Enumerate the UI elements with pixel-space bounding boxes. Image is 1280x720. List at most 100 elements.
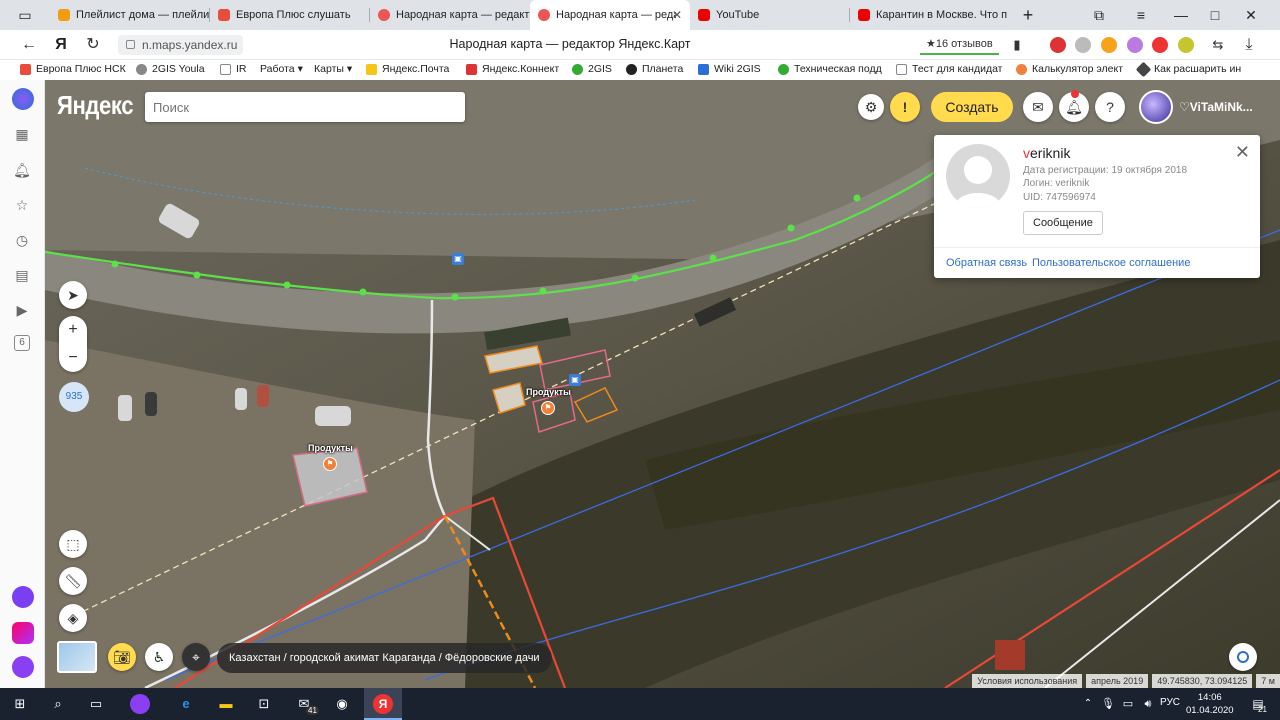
bookmark-yandex-connect[interactable]: Яндекс.Коннект xyxy=(466,63,559,75)
bookmark-karty[interactable]: Карты ▾ xyxy=(314,63,352,75)
search-icon[interactable]: ⌕ xyxy=(48,694,68,714)
zoom-out-button[interactable]: − xyxy=(59,344,87,372)
translate-icon[interactable]: ⇆ xyxy=(1207,34,1229,56)
notes-icon[interactable]: ▤ xyxy=(12,265,32,285)
maximize-button[interactable]: □ xyxy=(1204,4,1226,26)
yandex-home-button[interactable]: Я xyxy=(50,34,72,56)
extension-2-icon[interactable] xyxy=(1178,37,1194,53)
search-input[interactable] xyxy=(145,92,465,122)
close-window-button[interactable]: ✕ xyxy=(1240,4,1262,26)
windows-start-icon[interactable]: ⊞ xyxy=(10,694,30,714)
assistant-icon[interactable] xyxy=(12,656,34,678)
bookmark-ir[interactable]: IR xyxy=(220,63,247,75)
bookmark-test[interactable]: Тест для кандидат xyxy=(896,63,1003,75)
url-field[interactable]: n.maps.yandex.ru xyxy=(118,35,244,55)
bookmark-calculator[interactable]: Калькулятор элект xyxy=(1016,63,1123,75)
bus-stop-icon[interactable]: ▣ xyxy=(569,374,581,386)
chat-icon[interactable]: ✉ xyxy=(1023,92,1053,122)
counter-icon[interactable]: 6 xyxy=(14,335,30,351)
tab-playlist[interactable]: Плейлист дома — плейлис xyxy=(50,0,210,30)
back-button[interactable]: ← xyxy=(18,34,40,56)
microphone-icon[interactable]: 🎙︎ xyxy=(1098,694,1118,714)
yandex-logo[interactable]: Яндекс xyxy=(57,90,133,121)
message-button[interactable]: Сообщение xyxy=(1023,211,1103,235)
edge-icon[interactable]: e xyxy=(176,694,196,714)
tab-list-icon[interactable]: ▭ xyxy=(14,4,36,26)
alice-taskbar-icon[interactable] xyxy=(130,694,150,714)
alice-globe-icon[interactable] xyxy=(12,88,34,110)
new-tab-button[interactable]: + xyxy=(1017,4,1039,26)
bookmark-yandex-pochta[interactable]: Яндекс.Почта xyxy=(366,63,449,75)
steam-icon[interactable]: ◉ xyxy=(332,694,352,714)
pen-icon[interactable] xyxy=(1127,37,1143,53)
help-icon[interactable]: ? xyxy=(1095,92,1125,122)
shield-icon[interactable] xyxy=(1075,37,1091,53)
layers-icon[interactable]: ◈ xyxy=(59,604,87,632)
ruler-icon[interactable]: 📏︎ xyxy=(59,567,87,595)
geolocation-arrow-icon[interactable]: ➤ xyxy=(59,281,87,309)
download-icon[interactable]: ⤓ xyxy=(1238,34,1260,56)
map-canvas[interactable]: ▣ ▣ Продукты ⚑ Продукты ⚑ Яндекс ⚙ ! Соз… xyxy=(45,80,1280,688)
bookmark-share[interactable]: Как расшарить ин xyxy=(1135,61,1241,77)
alice-icon[interactable] xyxy=(12,586,34,608)
shop-pin-icon[interactable]: ⚑ xyxy=(323,457,337,471)
tab-close-icon[interactable]: ✕ xyxy=(672,8,682,22)
reviews-badge[interactable]: ★16 отзывов xyxy=(920,35,999,55)
selection-tool-icon[interactable]: ⬚ xyxy=(59,530,87,558)
extension-icon[interactable] xyxy=(1101,37,1117,53)
play-icon[interactable]: ▶ xyxy=(12,300,32,320)
user-avatar[interactable] xyxy=(1139,90,1173,124)
task-view-icon[interactable]: ▭ xyxy=(86,694,106,714)
tab-narodnaya-karta-active[interactable]: Народная карта — редакт ✕ xyxy=(530,0,690,30)
store-icon[interactable]: ⊡ xyxy=(254,694,274,714)
star-icon[interactable]: ☆ xyxy=(12,195,32,215)
bookmark-2gis-youla[interactable]: 2GIS Youla xyxy=(136,63,205,75)
shop-pin-icon[interactable]: ⚑ xyxy=(541,401,555,415)
bookmark-tech-support[interactable]: Техническая подд xyxy=(778,63,882,75)
bookmark-wiki-2gis[interactable]: Wiki 2GIS xyxy=(698,63,761,75)
location-breadcrumb[interactable]: Казахстан / городской акимат Караганда /… xyxy=(217,643,552,673)
grid-icon[interactable]: ▦ xyxy=(12,124,32,144)
map-pin-icon[interactable] xyxy=(1152,37,1168,53)
bus-stop-icon[interactable]: ▣ xyxy=(452,253,464,265)
create-button[interactable]: Создать xyxy=(931,92,1013,122)
profile-username[interactable]: veriknik xyxy=(1023,145,1070,161)
user-agreement-link[interactable]: Пользовательское соглашение xyxy=(1032,257,1190,269)
bell-icon[interactable]: 🔔︎ xyxy=(12,160,32,180)
settings-gear-icon[interactable]: ⚙ xyxy=(858,94,884,120)
volume-icon[interactable]: 🔊︎ xyxy=(1138,694,1158,714)
bookmark-rabota[interactable]: Работа ▾ xyxy=(260,63,303,75)
yandex-browser-taskbar-button[interactable]: Я xyxy=(364,688,402,720)
tab-europa-plus[interactable]: Европа Плюс слушать xyxy=(210,0,370,30)
tab-youtube[interactable]: YouTube xyxy=(690,0,850,30)
feedback-link[interactable]: Обратная связь xyxy=(946,257,1027,269)
messenger-icon[interactable] xyxy=(12,622,34,644)
adblock-icon[interactable] xyxy=(1050,37,1066,53)
taskbar-clock[interactable]: 14:06 01.04.2020 xyxy=(1186,691,1234,717)
reload-button[interactable]: ↻ xyxy=(82,34,104,56)
clock-icon[interactable]: ◷ xyxy=(12,230,32,250)
bookmark-europa[interactable]: Европа Плюс НСК xyxy=(20,63,126,75)
collections-icon[interactable]: ⧉ xyxy=(1088,4,1110,26)
tab-karantin[interactable]: Карантин в Москве. Что п xyxy=(850,0,1010,30)
street-view-icon[interactable]: ♿︎ xyxy=(145,643,173,671)
map-type-thumbnail[interactable] xyxy=(57,641,97,673)
tray-chevron-icon[interactable]: ⌃ xyxy=(1078,694,1098,714)
folder-icon[interactable]: ▬ xyxy=(216,694,236,714)
warning-icon[interactable]: ! xyxy=(890,92,920,122)
user-name[interactable]: ♡ViTaMiNk... xyxy=(1179,100,1253,114)
minimize-button[interactable]: — xyxy=(1170,4,1192,26)
terms-link[interactable]: Условия использования xyxy=(972,674,1083,688)
close-icon[interactable]: ✕ xyxy=(1235,142,1250,163)
bookmark-2gis[interactable]: 2GIS xyxy=(572,63,612,75)
bookmark-icon[interactable]: ▮ xyxy=(1006,34,1028,56)
menu-icon[interactable]: ≡ xyxy=(1130,4,1152,26)
my-location-icon[interactable] xyxy=(1229,643,1257,671)
language-indicator[interactable]: РУС xyxy=(1160,697,1180,708)
location-pin-icon[interactable]: ⌖ xyxy=(182,643,210,671)
zoom-in-button[interactable]: + xyxy=(59,316,87,344)
bookmark-planeta[interactable]: Планета xyxy=(626,63,683,75)
battery-icon[interactable]: ▭ xyxy=(1118,694,1138,714)
tab-narodnaya-karta-1[interactable]: Народная карта — редакт xyxy=(370,0,530,30)
camera-icon[interactable]: 📷︎ xyxy=(108,643,136,671)
